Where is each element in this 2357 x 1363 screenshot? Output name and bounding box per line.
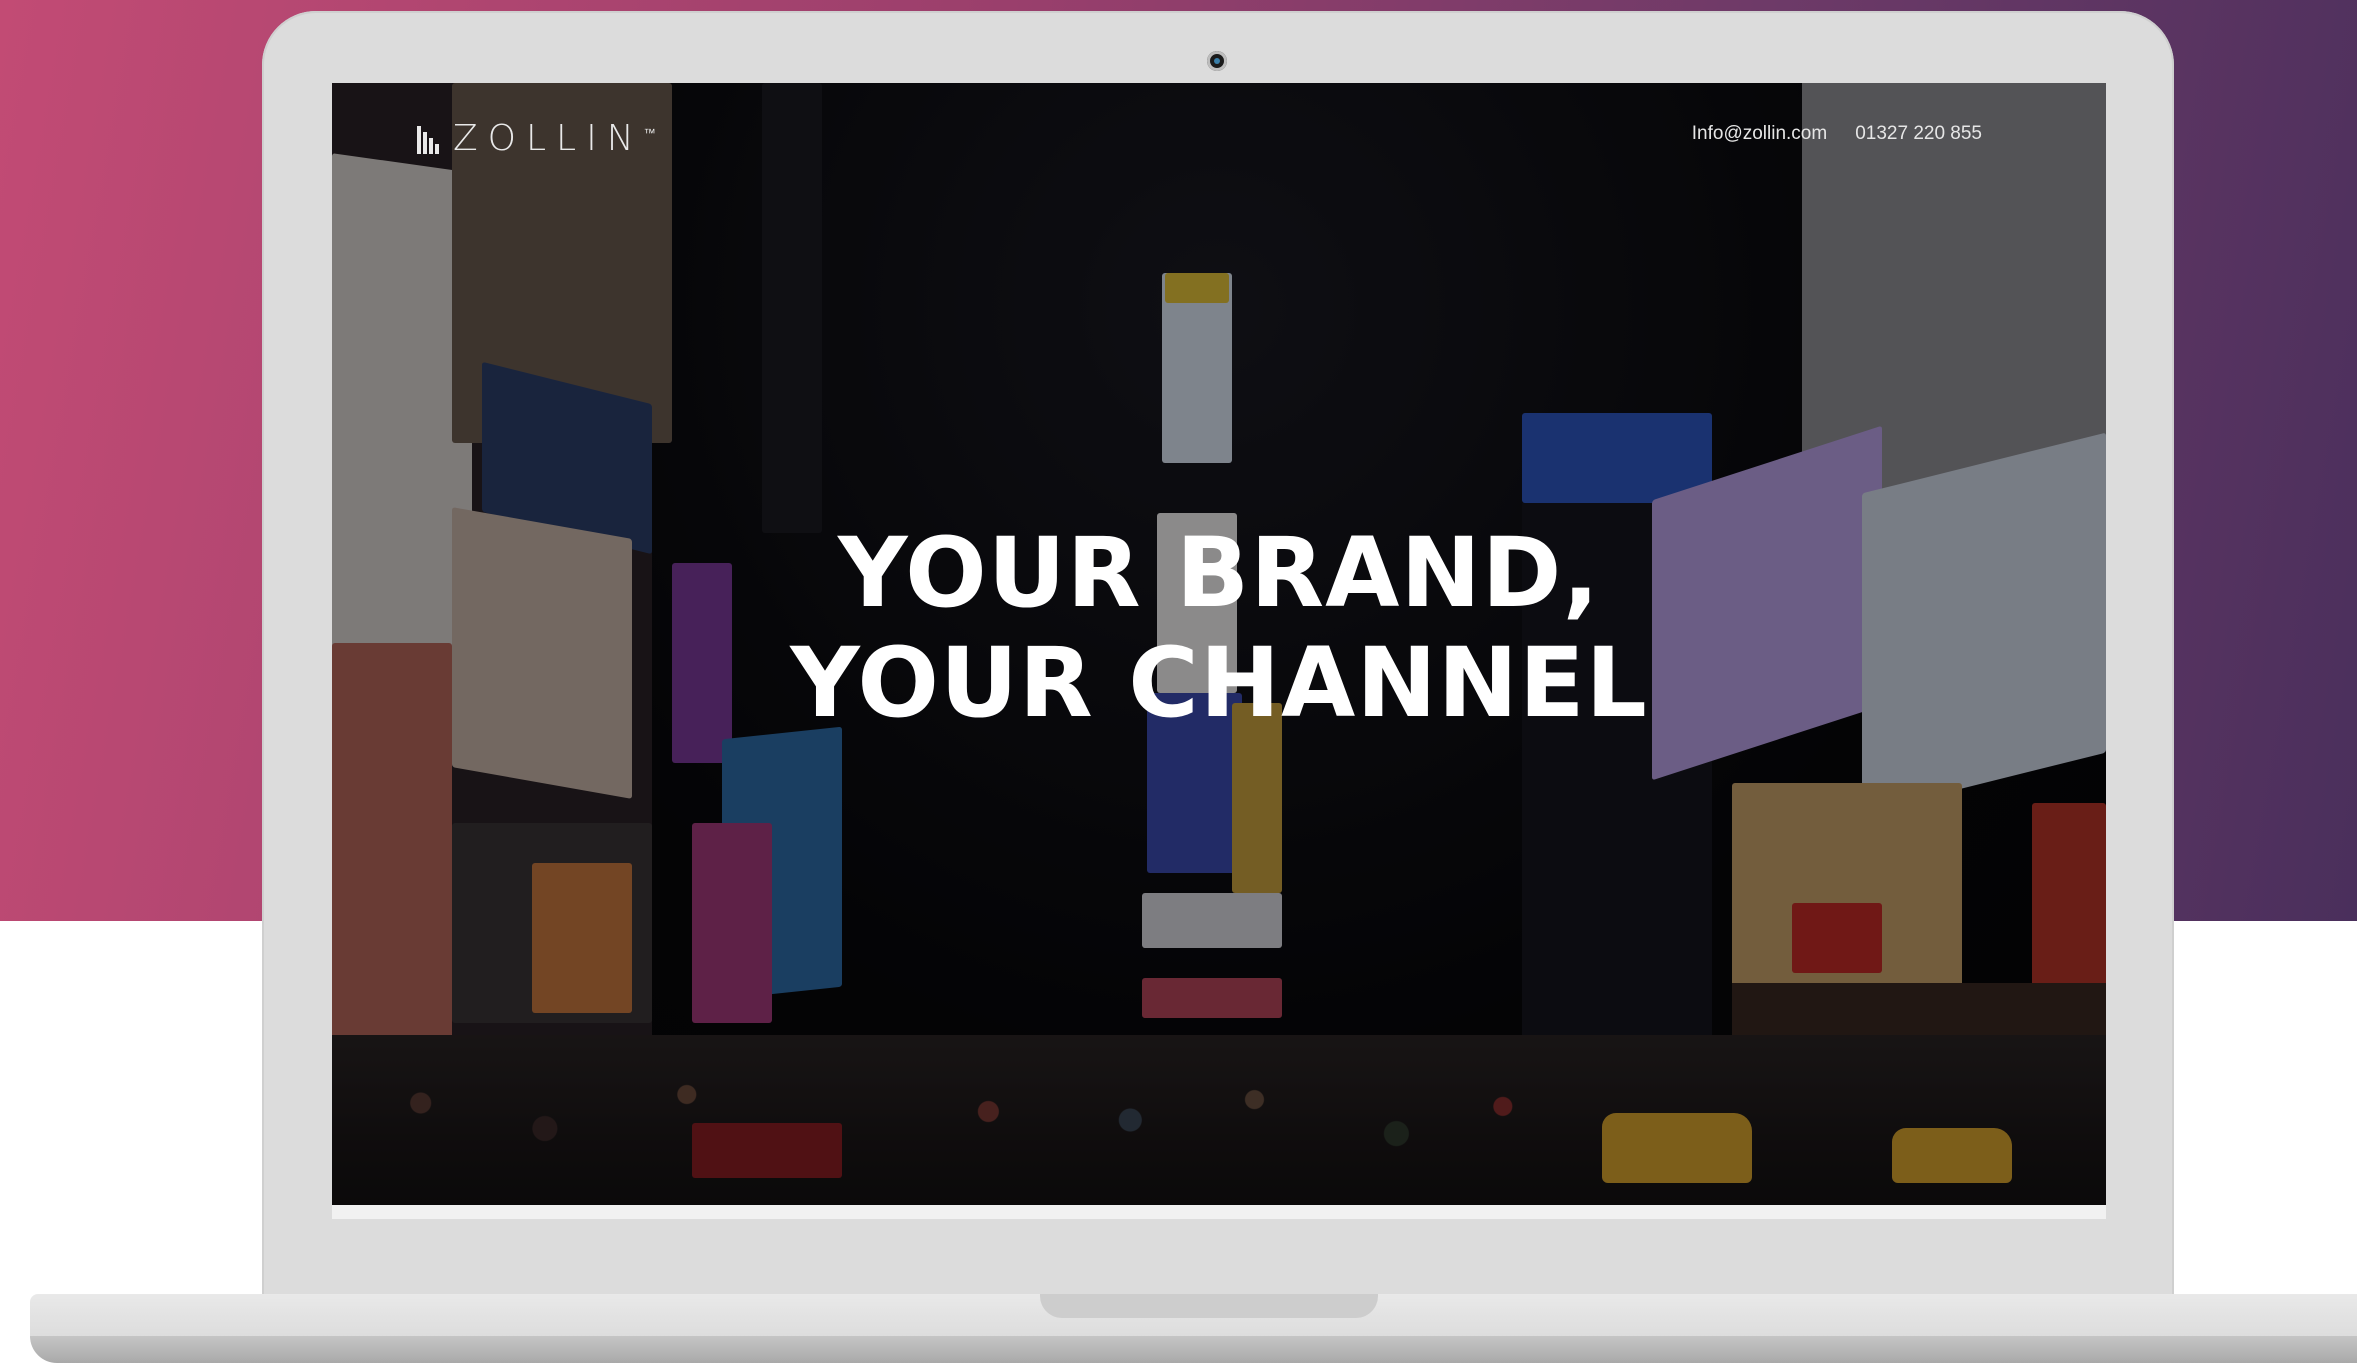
phone-link[interactable]: 01327 220 855 (1855, 123, 1982, 145)
site-logo[interactable]: ZOLLIN™ (417, 118, 656, 159)
logo-text: ZOLLIN™ (453, 118, 656, 159)
webcam-icon (1207, 51, 1227, 71)
hero-headline: YOUR BRAND, YOUR CHANNEL (332, 518, 2106, 738)
headline-line-2: YOUR CHANNEL (790, 627, 1648, 739)
laptop-screen: ZOLLIN™ Info@zollin.com 01327 220 855 YO… (332, 83, 2106, 1205)
screen-bottom-strip (332, 1205, 2106, 1219)
bars-logo-icon (417, 124, 439, 154)
laptop-opening-notch (1040, 1294, 1378, 1318)
headline-line-1: YOUR BRAND, (838, 517, 1600, 629)
laptop-base-shadow (30, 1336, 2357, 1363)
contact-info: Info@zollin.com 01327 220 855 (1692, 123, 1982, 145)
email-link[interactable]: Info@zollin.com (1692, 123, 1827, 145)
